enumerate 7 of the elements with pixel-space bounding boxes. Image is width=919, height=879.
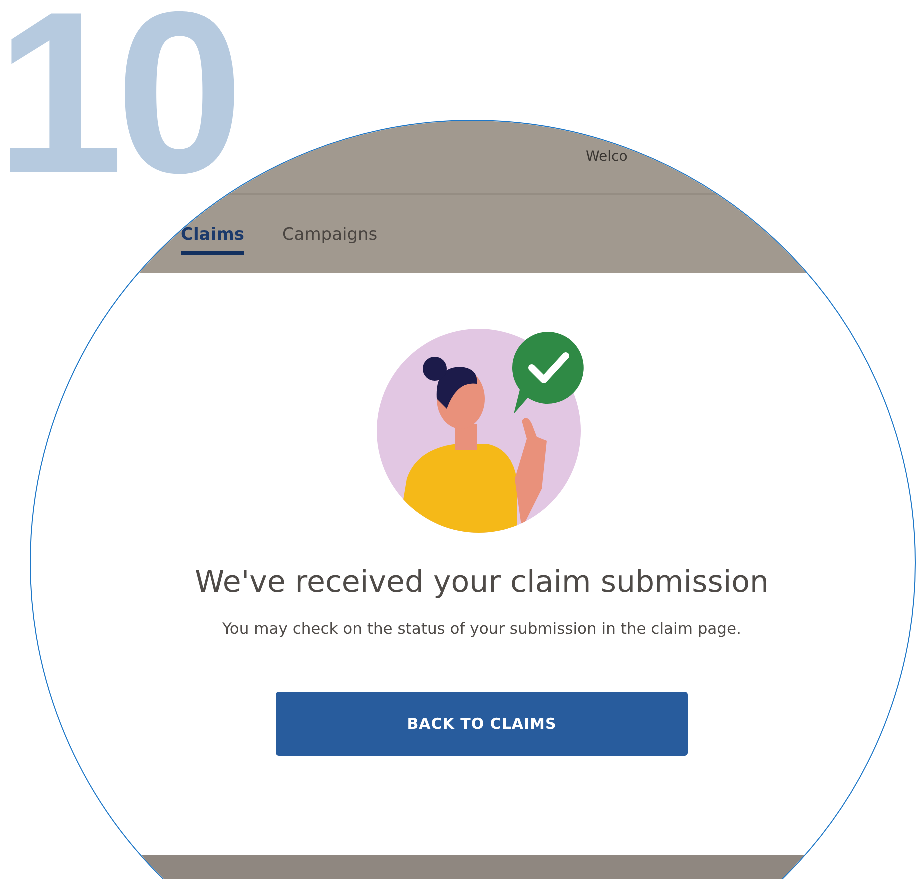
confirmation-title: We've received your claim submission [194,565,770,600]
back-to-claims-button[interactable]: BACK TO CLAIMS [276,692,688,756]
welcome-text: Welco [586,149,628,165]
confirmation-message: You may check on the status of your submission in the claim page. [222,620,742,638]
nav-tab[interactable]: Claims [181,225,244,255]
nav-tab[interactable]: Campaigns [282,225,378,255]
step-number: 10 [0,0,236,208]
